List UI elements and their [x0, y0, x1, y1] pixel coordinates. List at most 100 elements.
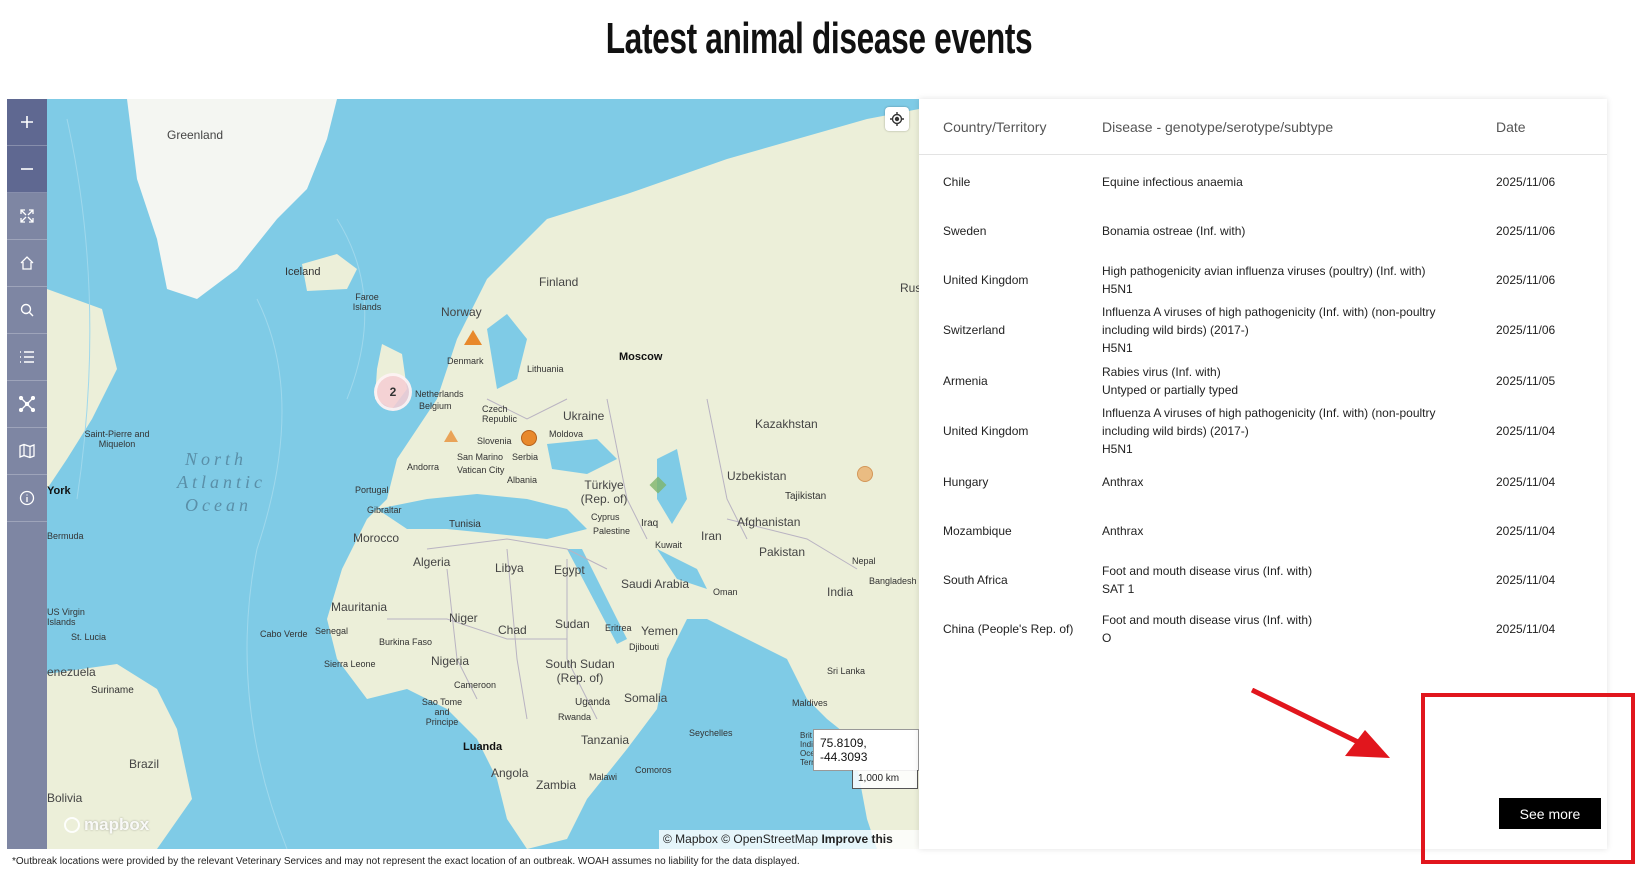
cell-date: 2025/11/06	[1496, 272, 1556, 287]
cell-disease: Foot and mouth disease virus (Inf. with)…	[1102, 611, 1496, 647]
map-label: York	[47, 485, 71, 497]
disclaimer-footnote: *Outbreak locations were provided by the…	[12, 856, 800, 867]
mapbox-logo[interactable]: mapbox	[64, 815, 149, 835]
table-row[interactable]: Hungary Anthrax 2025/11/04	[919, 457, 1607, 506]
cell-country: Switzerland	[943, 323, 1006, 337]
geolocate-button[interactable]	[885, 107, 909, 131]
map-label: Denmark	[447, 356, 484, 366]
map-label: Moscow	[619, 351, 663, 363]
table-row[interactable]: Chile Equine infectious anaemia 2025/11/06	[919, 157, 1607, 206]
map-label: Malawi	[589, 772, 618, 782]
map-label: Suriname	[91, 685, 134, 696]
map-label: Zambia	[536, 778, 577, 792]
cell-country: Chile	[943, 174, 971, 189]
table-row[interactable]: China (People's Rep. of) Foot and mouth d…	[919, 604, 1607, 653]
plus-icon	[21, 116, 33, 128]
map-label: Egypt	[554, 563, 585, 577]
map-label: Niger	[449, 611, 478, 625]
cell-disease: High pathogenicity avian influenza virus…	[1102, 262, 1496, 298]
table-row[interactable]: Switzerland Influenza A viruses of high p…	[919, 304, 1607, 356]
list-icon	[20, 351, 34, 363]
map-label: Sudan	[555, 617, 590, 631]
fullscreen-button[interactable]	[7, 193, 47, 240]
map-label: Ocean	[185, 495, 252, 515]
header-disease[interactable]: Disease - genotype/serotype/subtype	[1102, 119, 1496, 135]
map-label: Kazakhstan	[755, 417, 818, 431]
map-label: Uzbekistan	[727, 469, 787, 483]
map-label: Iceland	[285, 266, 321, 278]
map-label: Czech Republic	[482, 404, 518, 424]
map-label: Pakistan	[759, 545, 806, 559]
attribution-text[interactable]: © Mapbox © OpenStreetMap	[663, 832, 818, 846]
cell-date: 2025/11/04	[1496, 621, 1556, 636]
table-row[interactable]: United Kingdom Influenza A viruses of hig…	[919, 405, 1607, 457]
map-label: Bangladesh	[869, 576, 917, 586]
info-button[interactable]	[7, 475, 47, 522]
table-row[interactable]: Mozambique Anthrax 2025/11/04	[919, 506, 1607, 555]
cell-disease-line: High pathogenicity avian influenza virus…	[1102, 263, 1426, 278]
cell-disease-line: Rabies virus (Inf. with)	[1102, 364, 1221, 379]
map-label: Gibraltar	[367, 505, 402, 515]
map-scale: 1,000 km	[852, 770, 918, 789]
cell-date: 2025/11/04	[1496, 572, 1556, 587]
map-label: Angola	[491, 766, 529, 780]
table-row[interactable]: South Africa Foot and mouth disease virus…	[919, 555, 1607, 604]
header-country[interactable]: Country/Territory	[919, 119, 1102, 135]
cell-disease-line: Untyped or partially typed	[1102, 382, 1239, 397]
table-row[interactable]: Sweden Bonamia ostreae (Inf. with) 2025/11…	[919, 206, 1607, 255]
map-label: Faroe Islands	[352, 292, 382, 312]
coordinates-readout: 75.8109, -44.3093	[813, 729, 919, 771]
map-label: Kuwait	[655, 540, 683, 550]
cell-disease-line: including wild birds) (2017-)	[1102, 424, 1249, 438]
arrow-annotation	[1250, 688, 1390, 758]
map-label: Maldives	[792, 698, 828, 708]
map-label: Moldova	[549, 429, 584, 439]
cell-date: 2025/11/06	[1496, 174, 1556, 189]
map-label: Burkina Faso	[379, 637, 433, 647]
map-label: enezuela	[47, 665, 96, 679]
search-icon	[20, 303, 34, 317]
outbreak-cluster-marker[interactable]: 2	[374, 373, 412, 411]
outbreak-map[interactable]: Greenland Iceland Faroe Islands Norway F…	[7, 99, 919, 849]
map-label: Sao Tome and Principe	[421, 697, 463, 727]
see-more-button[interactable]: See more	[1499, 798, 1601, 829]
network-button[interactable]	[7, 381, 47, 428]
map-label: Mauritania	[331, 600, 388, 614]
outbreak-marker-circle[interactable]	[857, 466, 873, 482]
home-icon	[20, 256, 34, 270]
map-label: Saudi Arabia	[621, 577, 690, 591]
table-row[interactable]: Armenia Rabies virus (Inf. with) Untyped o…	[919, 356, 1607, 405]
map-label: Chad	[498, 623, 527, 637]
outbreak-marker-circle[interactable]	[521, 430, 537, 446]
cell-disease: Influenza A viruses of high pathogenicit…	[1102, 303, 1496, 357]
list-button[interactable]	[7, 334, 47, 381]
cell-disease: Anthrax	[1102, 522, 1496, 540]
zoom-out-button[interactable]	[7, 146, 47, 193]
mapbox-logo-text: mapbox	[84, 815, 150, 834]
minus-icon	[21, 168, 33, 170]
map-label: San Marino	[457, 452, 504, 462]
cell-disease-line: Equine infectious anaemia	[1102, 174, 1243, 189]
search-button[interactable]	[7, 287, 47, 334]
table-row[interactable]: United Kingdom High pathogenicity avian i…	[919, 255, 1607, 304]
home-button[interactable]	[7, 240, 47, 287]
outbreak-marker-triangle[interactable]	[444, 430, 458, 442]
header-date[interactable]: Date	[1496, 119, 1596, 135]
map-label: Oman	[713, 587, 738, 597]
map-label: Nigeria	[431, 654, 470, 668]
cell-disease: Rabies virus (Inf. with) Untyped or parti…	[1102, 363, 1496, 399]
cell-country: Mozambique	[943, 523, 1012, 538]
map-label: North	[185, 449, 248, 469]
zoom-in-button[interactable]	[7, 99, 47, 146]
cell-disease: Equine infectious anaemia	[1102, 173, 1496, 191]
map-toolbar	[7, 99, 47, 849]
cell-country: United Kingdom	[943, 272, 1029, 287]
map-label: Libya	[495, 561, 524, 575]
map-label: Luanda	[463, 741, 503, 753]
map-label: Algeria	[413, 555, 451, 569]
map-label: Saint-Pierre and Miquelon	[84, 429, 150, 449]
outbreak-marker-triangle[interactable]	[464, 330, 482, 345]
map-label: Lithuania	[527, 364, 564, 374]
mapbox-icon	[64, 817, 80, 833]
layers-button[interactable]	[7, 428, 47, 475]
